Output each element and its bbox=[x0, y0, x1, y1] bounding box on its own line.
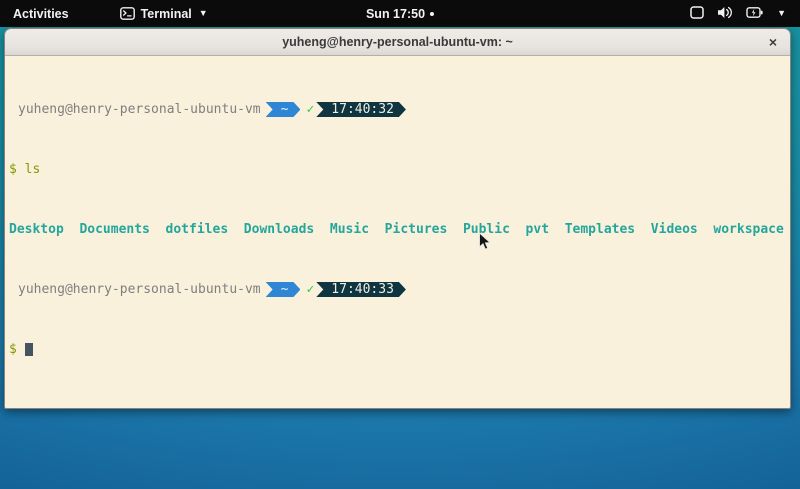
prompt-line-1: yuheng@henry-personal-ubuntu-vm ~ ✓ 17:40:3… bbox=[9, 102, 786, 117]
current-prompt-line: $ bbox=[9, 342, 786, 357]
display-icon bbox=[690, 6, 704, 22]
notification-dot-icon bbox=[430, 12, 434, 16]
terminal-icon bbox=[120, 7, 135, 20]
status-check-icon: ✓ bbox=[306, 282, 314, 297]
prompt-time: 17:40:33 bbox=[331, 282, 394, 297]
terminal-cursor bbox=[25, 343, 33, 356]
prompt-path: ~ bbox=[281, 282, 289, 297]
prompt-time: 17:40:32 bbox=[331, 102, 394, 117]
prompt-path: ~ bbox=[281, 102, 289, 117]
screen: Activities Terminal ▼ Sun 17:50 bbox=[0, 0, 800, 489]
clock-label: Sun 17:50 bbox=[366, 7, 425, 21]
prompt-user-host: yuheng@henry-personal-ubuntu-vm bbox=[18, 282, 261, 297]
clock-button[interactable]: Sun 17:50 bbox=[358, 0, 442, 27]
battery-charging-icon bbox=[746, 6, 763, 22]
powerline-time-segment: 17:40:32 bbox=[316, 102, 406, 117]
powerline-time-segment: 17:40:33 bbox=[316, 282, 406, 297]
directory-list: Desktop Documents dotfiles Downloads Mus… bbox=[9, 222, 784, 237]
prompt-symbol: $ bbox=[9, 162, 17, 177]
prompt-line-2: yuheng@henry-personal-ubuntu-vm ~ ✓ 17:40:3… bbox=[9, 282, 786, 297]
top-bar: Activities Terminal ▼ Sun 17:50 bbox=[0, 0, 800, 27]
volume-icon bbox=[717, 6, 733, 22]
top-bar-left: Activities Terminal ▼ bbox=[0, 0, 218, 27]
app-menu-label: Terminal bbox=[141, 7, 192, 21]
desktop-wallpaper: yuheng@henry-personal-ubuntu-vm: ~ × yuh… bbox=[0, 27, 800, 489]
activities-button[interactable]: Activities bbox=[0, 0, 82, 27]
prompt-symbol: $ bbox=[9, 342, 17, 357]
window-titlebar[interactable]: yuheng@henry-personal-ubuntu-vm: ~ × bbox=[5, 29, 790, 56]
chevron-down-icon: ▼ bbox=[777, 9, 786, 18]
command-text: ls bbox=[25, 162, 41, 177]
powerline-path-segment: ~ bbox=[266, 102, 301, 117]
terminal-content[interactable]: yuheng@henry-personal-ubuntu-vm ~ ✓ 17:40:3… bbox=[5, 56, 790, 408]
command-line: $ ls bbox=[9, 162, 786, 177]
ls-output-line: Desktop Documents dotfiles Downloads Mus… bbox=[9, 222, 786, 237]
app-menu-terminal[interactable]: Terminal ▼ bbox=[110, 0, 218, 27]
system-menu[interactable]: ▼ bbox=[676, 0, 800, 27]
terminal-window: yuheng@henry-personal-ubuntu-vm: ~ × yuh… bbox=[4, 28, 791, 409]
close-icon[interactable]: × bbox=[763, 32, 783, 52]
chevron-down-icon: ▼ bbox=[199, 9, 208, 18]
status-check-icon: ✓ bbox=[306, 102, 314, 117]
powerline-path-segment: ~ bbox=[266, 282, 301, 297]
prompt-user-host: yuheng@henry-personal-ubuntu-vm bbox=[18, 102, 261, 117]
window-title: yuheng@henry-personal-ubuntu-vm: ~ bbox=[282, 35, 513, 49]
